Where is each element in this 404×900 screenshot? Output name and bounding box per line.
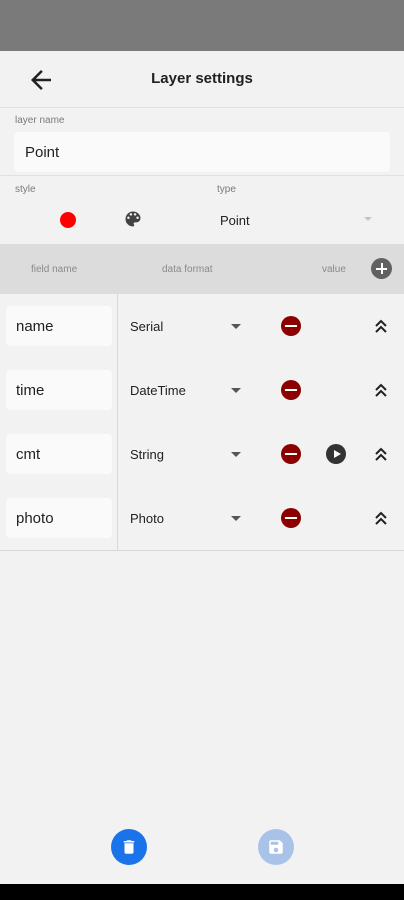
move-up-button[interactable] xyxy=(372,380,390,400)
palette-button[interactable] xyxy=(123,209,143,229)
field-name-input[interactable]: name xyxy=(6,306,112,346)
data-format-dropdown[interactable]: Serial xyxy=(124,314,248,338)
header-value: value xyxy=(322,264,346,275)
dropdown-arrow-icon xyxy=(231,324,241,329)
style-color-swatch[interactable] xyxy=(60,212,76,228)
palette-icon xyxy=(125,211,141,227)
play-icon[interactable] xyxy=(326,444,346,464)
navigation-bar xyxy=(0,884,404,900)
save-button[interactable] xyxy=(258,829,294,865)
dropdown-arrow-icon xyxy=(231,452,241,457)
move-up-button[interactable] xyxy=(372,508,390,528)
data-format-dropdown[interactable]: String xyxy=(124,442,248,466)
data-format-value: String xyxy=(130,447,164,462)
style-label: style xyxy=(15,184,36,195)
type-dropdown[interactable]: Point xyxy=(214,205,378,235)
field-name-value: cmt xyxy=(16,446,41,463)
field-row: cmt String xyxy=(0,422,404,487)
fields-table-header: field name data format value xyxy=(0,244,404,294)
data-format-value: Photo xyxy=(130,511,164,526)
type-label: type xyxy=(217,184,236,195)
save-icon xyxy=(269,840,283,854)
remove-field-icon[interactable] xyxy=(281,380,301,400)
double-chevron-up-icon xyxy=(375,447,387,461)
add-field-icon[interactable] xyxy=(371,258,392,279)
dropdown-arrow-icon xyxy=(231,516,241,521)
data-format-dropdown[interactable]: DateTime xyxy=(124,378,248,402)
column-divider xyxy=(117,486,118,550)
type-dropdown-value: Point xyxy=(220,213,250,228)
layer-name-input[interactable] xyxy=(14,132,390,172)
field-name-input[interactable]: time xyxy=(6,370,112,410)
remove-field-icon[interactable] xyxy=(281,444,301,464)
remove-field-icon[interactable] xyxy=(281,508,301,528)
dropdown-arrow-icon xyxy=(231,388,241,393)
app-bar: Layer settings xyxy=(0,51,404,108)
column-divider xyxy=(117,422,118,486)
move-up-button[interactable] xyxy=(372,444,390,464)
field-name-value: name xyxy=(16,318,54,335)
data-format-value: Serial xyxy=(130,319,164,334)
field-name-value: time xyxy=(16,382,45,399)
divider xyxy=(0,175,404,176)
double-chevron-up-icon xyxy=(375,511,387,525)
data-format-value: DateTime xyxy=(130,383,186,398)
column-divider xyxy=(117,294,118,358)
delete-layer-button[interactable] xyxy=(111,829,147,865)
dropdown-arrow-icon xyxy=(364,217,372,221)
data-format-dropdown[interactable]: Photo xyxy=(124,506,248,530)
layer-name-label: layer name xyxy=(15,115,65,126)
double-chevron-up-icon xyxy=(375,319,387,333)
double-chevron-up-icon xyxy=(375,383,387,397)
move-up-button[interactable] xyxy=(372,316,390,336)
column-divider xyxy=(117,358,118,422)
header-data-format: data format xyxy=(162,264,213,275)
remove-field-icon[interactable] xyxy=(281,316,301,336)
field-name-input[interactable]: cmt xyxy=(6,434,112,474)
field-name-input[interactable]: photo xyxy=(6,498,112,538)
layer-name-field[interactable] xyxy=(14,132,390,172)
header-field-name: field name xyxy=(31,264,78,275)
page-title: Layer settings xyxy=(151,70,253,87)
field-name-value: photo xyxy=(16,510,54,527)
field-row: photo Photo xyxy=(0,486,404,551)
field-row: time DateTime xyxy=(0,358,404,423)
field-row: name Serial xyxy=(0,294,404,359)
trash-icon xyxy=(123,840,135,854)
status-bar xyxy=(0,0,404,51)
